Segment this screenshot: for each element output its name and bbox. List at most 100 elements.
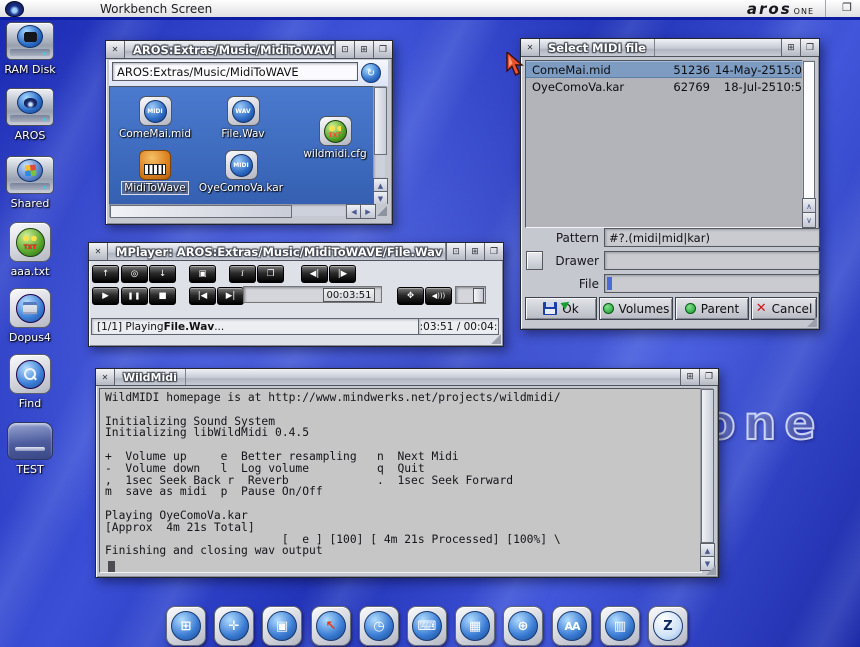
piano-keyboard-icon bbox=[139, 150, 171, 180]
depth-gadget[interactable]: ❐ bbox=[373, 41, 392, 58]
zoom-gadget[interactable]: ⊞ bbox=[465, 243, 484, 260]
depth-gadget[interactable]: ❐ bbox=[800, 39, 819, 56]
seek-bar[interactable]: 00:03:51 bbox=[244, 287, 381, 302]
screen-depth-gadget[interactable]: ❐ bbox=[842, 1, 852, 14]
path-input[interactable] bbox=[113, 63, 357, 80]
zoom-gadget[interactable]: ⊞ bbox=[354, 41, 373, 58]
windows-flag-icon bbox=[24, 165, 36, 177]
parent-button[interactable]: Parent bbox=[675, 297, 749, 320]
hscroll-thumb[interactable] bbox=[110, 205, 292, 218]
file-input[interactable] bbox=[605, 275, 819, 292]
file-row-selected[interactable]: ComeMai.mid 51236 14-May-25 15:0 bbox=[526, 61, 802, 78]
terminal-scroll-thumb[interactable] bbox=[701, 389, 714, 543]
file-icon-miditowave[interactable]: MidiToWave bbox=[112, 150, 198, 194]
next-button[interactable]: ▶| bbox=[217, 287, 244, 305]
desktop-icon-aros[interactable]: AROS bbox=[2, 88, 58, 142]
midi-file-icon: MIDI bbox=[225, 150, 258, 180]
dock-prefs-screens[interactable]: ▥ bbox=[600, 606, 640, 646]
workbench-screen: one Workbench Screen aros one ❐ RAM Disk… bbox=[0, 0, 860, 647]
file-icon-filewav[interactable]: WAV File.Wav bbox=[200, 96, 286, 140]
desktop-icon-aaa-txt[interactable]: TXT aaa.txt bbox=[2, 222, 58, 278]
file-icon-oyecomova[interactable]: MIDI OyeComoVa.kar bbox=[198, 150, 284, 194]
close-gadget[interactable]: ✕ bbox=[106, 41, 125, 58]
frame-forward-button[interactable]: |▶ bbox=[329, 265, 356, 283]
seek-time-display: 00:03:51 bbox=[323, 288, 375, 302]
desktop-icon-ram-disk[interactable]: RAM Disk bbox=[2, 22, 58, 76]
close-gadget[interactable]: ✕ bbox=[89, 243, 108, 260]
iconify-gadget[interactable]: ⊡ bbox=[335, 41, 354, 58]
dock-prefs-expansion[interactable]: ✛ bbox=[214, 606, 254, 646]
magnifier-icon bbox=[23, 367, 37, 381]
file-browser-window: ✕ AROS:Extras/Music/MidiToWAVE ⊡ ⊞ ❐ ↻ M… bbox=[105, 40, 393, 225]
aros-one-logo: aros one bbox=[747, 0, 814, 18]
list-scroll-down-button[interactable]: ∨ bbox=[802, 212, 816, 228]
drawer-input[interactable] bbox=[605, 252, 819, 269]
resize-gadget[interactable] bbox=[706, 565, 716, 575]
select-midi-file-window: ✕ Select MIDI file ⊞ ❐ ComeMai.mid 51236… bbox=[520, 38, 820, 330]
close-gadget[interactable]: ✕ bbox=[521, 39, 540, 56]
stop-button[interactable]: ■ bbox=[149, 287, 176, 305]
volume-knob[interactable] bbox=[473, 288, 484, 303]
desktop-icon-dopus4[interactable]: Dopus4 bbox=[2, 288, 58, 344]
wildmidi-titlebar[interactable]: ✕ WildMidi ⊞ ❐ bbox=[96, 369, 718, 386]
video-window-button[interactable]: ▣ bbox=[189, 265, 216, 283]
dock-prefs-screenmode[interactable]: ▣ bbox=[262, 606, 302, 646]
resize-gadget[interactable] bbox=[491, 334, 501, 344]
list-scroll-thumb[interactable] bbox=[803, 61, 815, 199]
depth-gadget[interactable]: ❐ bbox=[484, 243, 503, 260]
info-button[interactable]: i bbox=[229, 265, 256, 283]
zoom-gadget[interactable]: ⊞ bbox=[781, 39, 800, 56]
playlist-button[interactable]: ❐ bbox=[257, 265, 284, 283]
dock-prefs-time[interactable]: ◷ bbox=[359, 606, 399, 646]
locale-prefs-icon: ⊕ bbox=[508, 611, 538, 641]
file-row[interactable]: OyeComoVa.kar 62769 18-Jul-25 10:5 bbox=[526, 78, 802, 95]
vertical-scrollbar: ▲ ▼ bbox=[373, 86, 388, 204]
dialog-titlebar[interactable]: ✕ Select MIDI file ⊞ ❐ bbox=[521, 39, 819, 57]
desktop-icon-find[interactable]: Find bbox=[2, 354, 58, 410]
resize-gadget[interactable] bbox=[377, 206, 387, 216]
volume-slider[interactable] bbox=[456, 287, 485, 303]
ok-button[interactable]: Ok bbox=[525, 297, 597, 320]
screen-title-bar: Workbench Screen aros one ❐ bbox=[0, 0, 860, 20]
play-button[interactable]: ▶ bbox=[92, 287, 119, 305]
pattern-input[interactable] bbox=[605, 229, 819, 246]
dock-prefs-input[interactable]: ⌨ bbox=[407, 606, 447, 646]
path-go-button[interactable]: ↻ bbox=[361, 63, 381, 83]
owl-eyes-icon bbox=[329, 126, 341, 131]
eject-button[interactable]: ↑ bbox=[92, 265, 119, 283]
fullscreen-button[interactable]: ✥ bbox=[397, 287, 424, 305]
dock-prefs-windows[interactable]: ▦ bbox=[455, 606, 495, 646]
save-stream-button[interactable]: ↓ bbox=[149, 265, 176, 283]
workbench-prefs-icon: ⊞ bbox=[171, 611, 201, 641]
file-icon-wildmidicfg[interactable]: TXT wildmidi.cfg bbox=[292, 116, 378, 160]
desktop-icon-test[interactable]: TEST bbox=[2, 422, 58, 476]
prev-button[interactable]: |◀ bbox=[189, 287, 216, 305]
dock-zune-prefs[interactable]: Z bbox=[648, 606, 688, 646]
pause-button[interactable]: ❚❚ bbox=[121, 287, 148, 305]
green-dot-icon bbox=[603, 303, 614, 314]
frame-back-button[interactable]: ◀| bbox=[301, 265, 328, 283]
vscroll-thumb[interactable] bbox=[374, 87, 387, 155]
dock-prefs-workbench[interactable]: ⊞ bbox=[166, 606, 206, 646]
volume-button[interactable]: ◀))) bbox=[425, 287, 452, 305]
depth-gadget[interactable]: ❐ bbox=[699, 369, 718, 385]
open-disc-button[interactable]: ◎ bbox=[121, 265, 148, 283]
terminal-cursor bbox=[108, 561, 115, 572]
window-title: MPlayer: AROS:Extras/Music/MidiToWAVE/Fi… bbox=[108, 243, 446, 260]
zoom-gadget[interactable]: ⊞ bbox=[680, 369, 699, 385]
scroll-right-button[interactable]: ▶ bbox=[360, 204, 376, 219]
screenmode-prefs-icon: ▣ bbox=[267, 611, 297, 641]
mplayer-titlebar[interactable]: ✕ MPlayer: AROS:Extras/Music/MidiToWAVE/… bbox=[89, 243, 503, 261]
desktop-icon-shared[interactable]: Shared bbox=[2, 156, 58, 210]
file-icon-comemai[interactable]: MIDI ComeMai.mid bbox=[112, 96, 198, 140]
terminal-output[interactable]: WildMIDI homepage is at http://www.mindw… bbox=[99, 388, 702, 573]
dock-prefs-fonts[interactable]: AA bbox=[552, 606, 592, 646]
dock-prefs-locale[interactable]: ⊕ bbox=[503, 606, 543, 646]
volumes-button[interactable]: Volumes bbox=[599, 297, 673, 320]
resize-gadget[interactable] bbox=[807, 317, 817, 327]
file-browser-titlebar[interactable]: ✕ AROS:Extras/Music/MidiToWAVE ⊡ ⊞ ❐ bbox=[106, 41, 392, 59]
close-gadget[interactable]: ✕ bbox=[96, 369, 115, 385]
dock-prefs-pointer[interactable]: ↖ bbox=[311, 606, 351, 646]
midi-file-icon: MIDI bbox=[139, 96, 172, 126]
iconify-gadget[interactable]: ⊡ bbox=[446, 243, 465, 260]
